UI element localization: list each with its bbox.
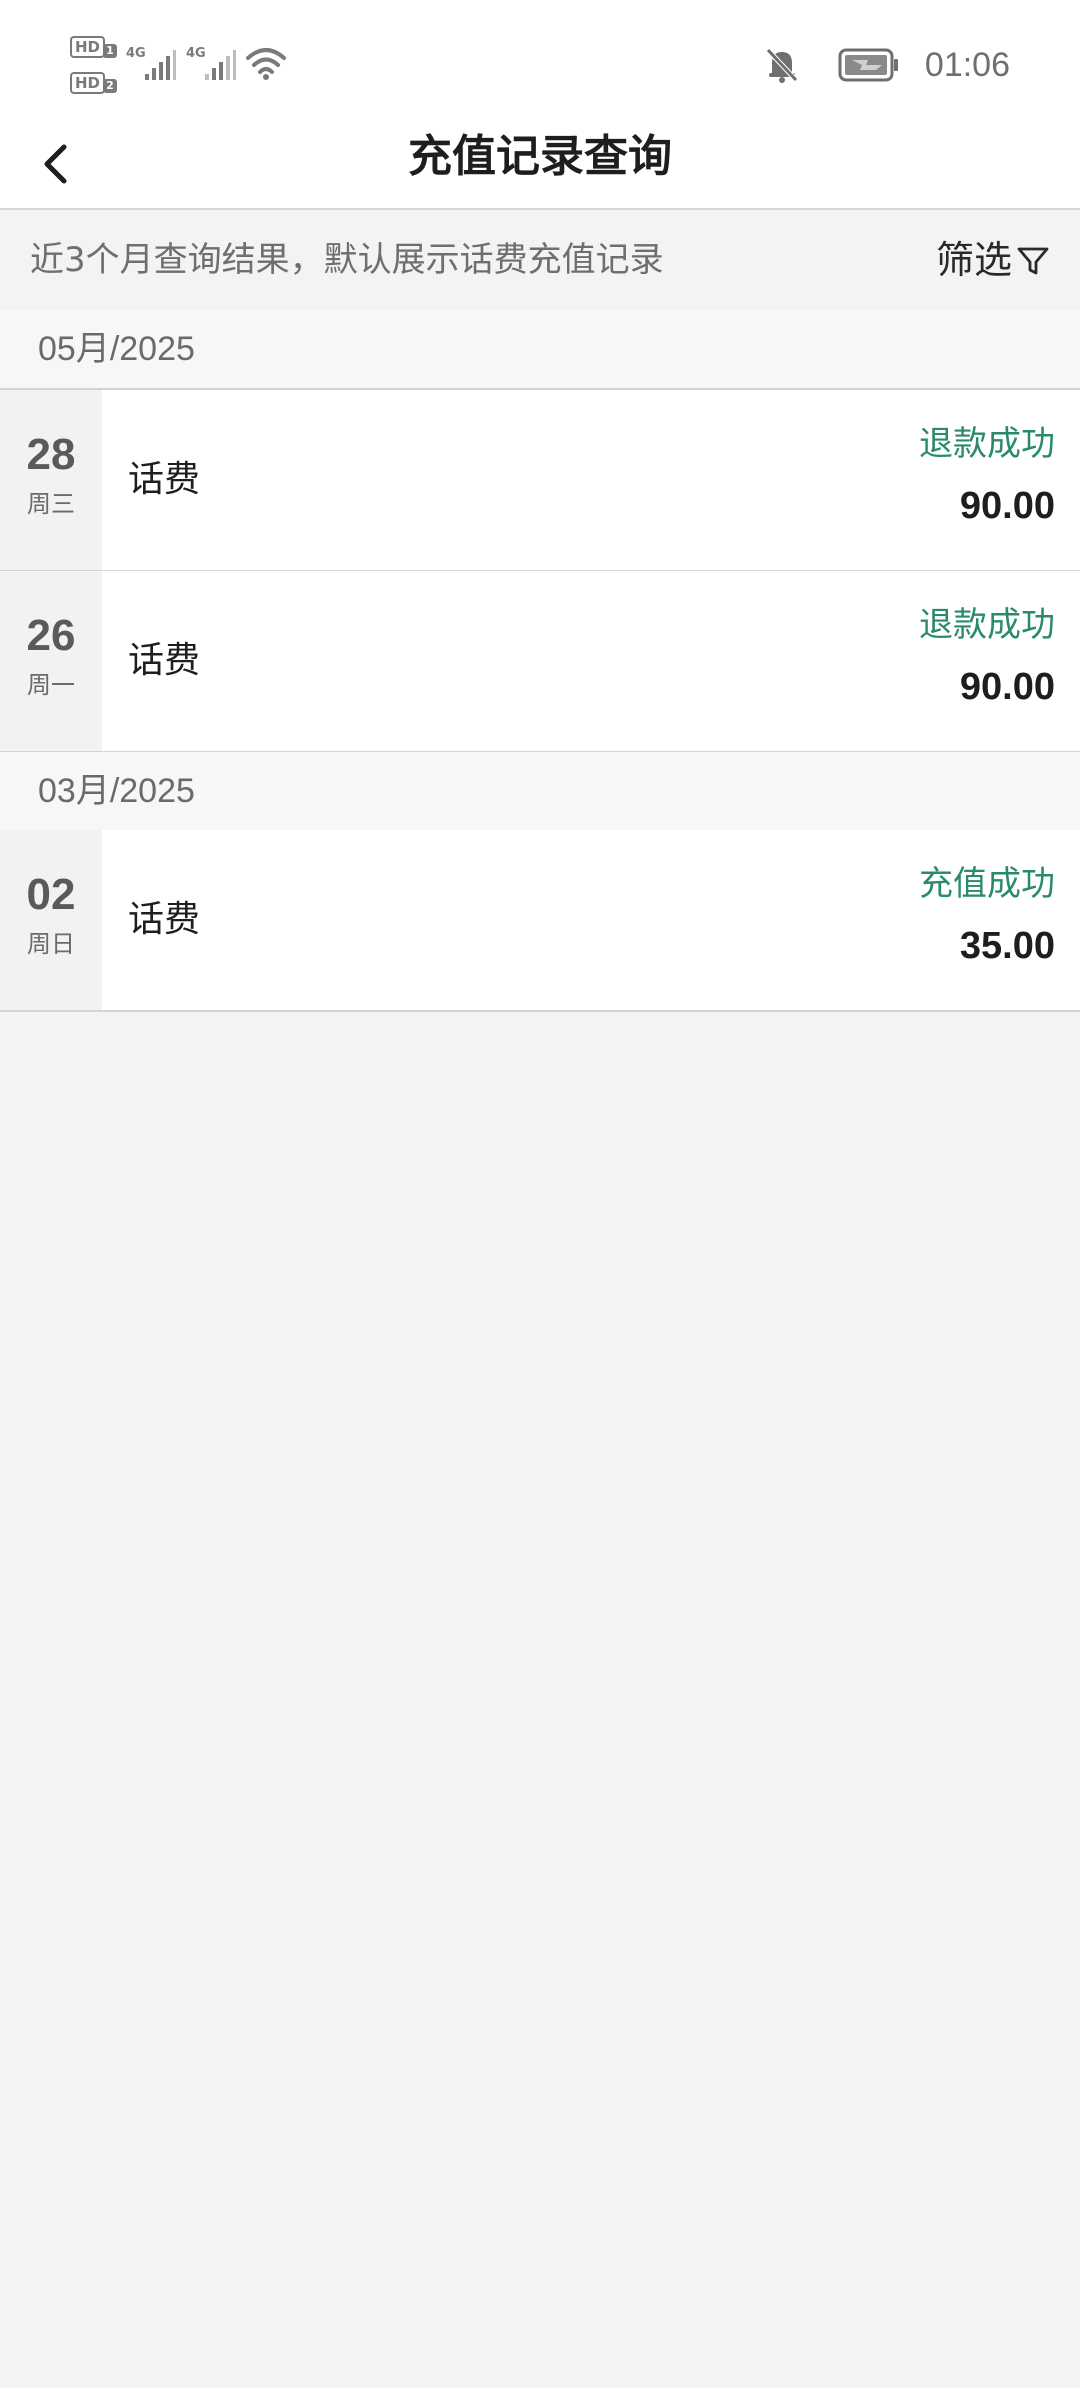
record-row[interactable]: 02 周日 话费 充值成功 35.00	[0, 830, 1080, 1012]
filter-label: 筛选	[935, 238, 1012, 282]
record-weekday: 周日	[27, 930, 75, 958]
page-title: 充值记录查询	[408, 131, 672, 182]
filter-button[interactable]: 筛选	[936, 210, 1050, 310]
record-type: 话费	[128, 459, 201, 500]
record-day: 26	[26, 611, 76, 660]
sim2-index: 2	[103, 79, 117, 93]
record-status: 退款成功	[919, 605, 1055, 645]
record-row[interactable]: 26 周一 话费 退款成功 90.00	[0, 571, 1080, 753]
month-label: 05月/2025	[38, 330, 195, 368]
record-status: 退款成功	[919, 424, 1055, 464]
record-amount: 90.00	[959, 666, 1055, 708]
record-row[interactable]: 28 周三 话费 退款成功 90.00	[0, 390, 1080, 572]
date-column: 26 周一	[0, 571, 102, 751]
app-header: 充值记录查询	[0, 130, 1080, 210]
mute-bell-icon	[766, 48, 798, 83]
record-weekday: 周三	[27, 490, 75, 518]
record-day: 28	[26, 430, 76, 479]
record-amount: 90.00	[959, 485, 1055, 527]
month-header: 05月/2025	[0, 310, 1080, 390]
month-label: 03月/2025	[38, 772, 195, 810]
record-type: 话费	[128, 899, 201, 940]
hd-badge-sim2: HD	[70, 72, 106, 94]
wifi-icon	[246, 48, 286, 80]
record-weekday: 周一	[27, 671, 75, 699]
signal-icon	[145, 50, 176, 80]
status-bar: HD 1 HD 2 4G 4G 01:06	[0, 0, 1080, 130]
query-range-note: 近3个月查询结果，默认展示话费充值记录	[30, 240, 664, 280]
signal-icon-2	[205, 50, 236, 80]
hd-badge-sim1: HD	[70, 36, 106, 58]
month-header: 03月/2025	[0, 752, 1080, 832]
record-day: 02	[26, 870, 76, 919]
record-status: 充值成功	[919, 864, 1055, 904]
filter-bar: 近3个月查询结果，默认展示话费充值记录 筛选	[0, 210, 1080, 310]
funnel-icon	[1017, 247, 1049, 275]
record-type: 话费	[128, 640, 201, 681]
date-column: 02 周日	[0, 830, 102, 1010]
date-column: 28 周三	[0, 390, 102, 570]
record-amount: 35.00	[959, 925, 1055, 967]
clock: 01:06	[924, 46, 1010, 84]
sim1-index: 1	[103, 44, 117, 58]
battery-charging-icon	[838, 48, 898, 82]
